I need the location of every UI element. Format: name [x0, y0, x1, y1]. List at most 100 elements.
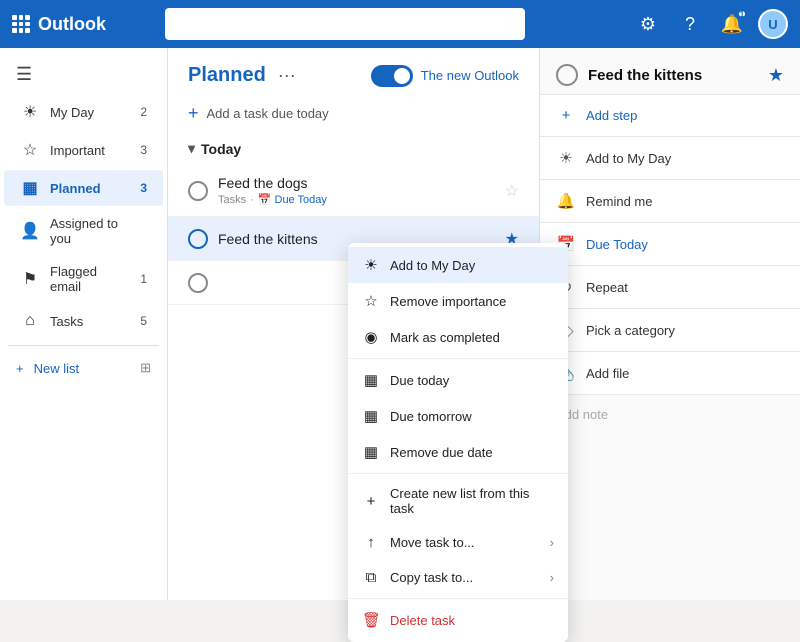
new-outlook-toggle[interactable]: The new Outlook	[371, 65, 519, 87]
right-panel-header: Feed the kittens ★	[540, 48, 800, 95]
ctx-due-today-label: Due today	[390, 373, 449, 388]
tasks-icon: ⌂	[20, 312, 40, 330]
right-add-file[interactable]: 📎 Add file	[540, 352, 800, 395]
sidebar-item-flagged-label: Flagged email	[50, 264, 130, 294]
trash-icon: 🗑	[362, 611, 380, 629]
right-add-step[interactable]: + Add step	[540, 95, 800, 137]
right-task-title: Feed the kittens	[588, 67, 758, 84]
task-star-feed-dogs[interactable]: ☆	[505, 181, 519, 201]
today-label: Today	[201, 141, 241, 157]
panel-title: Planned	[188, 64, 266, 87]
avatar[interactable]: U	[758, 9, 788, 39]
sidebar-item-flagged[interactable]: ⚑ Flagged email 1	[4, 256, 163, 302]
copy-task-icon: ⧉	[362, 569, 380, 586]
cal-today-icon: ▦	[362, 371, 380, 389]
right-task-star[interactable]: ★	[768, 65, 784, 86]
right-repeat[interactable]: ↻ Repeat	[540, 266, 800, 309]
sidebar-item-flagged-count: 1	[140, 272, 147, 286]
ctx-copy-task-label: Copy task to...	[390, 570, 473, 585]
flag-icon: ⚑	[20, 269, 40, 289]
right-sun-icon: ☀	[556, 149, 576, 167]
sidebar-item-planned[interactable]: ▦ Planned 3	[4, 170, 163, 206]
ctx-mark-completed[interactable]: ◉ Mark as completed	[348, 319, 568, 355]
ctx-remove-importance[interactable]: ☆ Remove importance	[348, 283, 568, 319]
settings-icon[interactable]: ⚙	[632, 8, 664, 40]
sidebar-item-my-day[interactable]: ☀ My Day 2	[4, 94, 163, 130]
add-step-label: Add step	[586, 108, 637, 123]
help-icon[interactable]: ?	[674, 8, 706, 40]
remind-me-label: Remind me	[586, 194, 652, 209]
ctx-create-new-list[interactable]: + Create new list from this task	[348, 477, 568, 525]
sidebar-item-planned-label: Planned	[50, 181, 130, 196]
search-input[interactable]	[165, 8, 525, 40]
app-name: Outlook	[38, 14, 106, 35]
copy-task-arrow: ›	[550, 570, 554, 585]
ctx-delete-task-label: Delete task	[390, 613, 455, 628]
today-section-header: ▾ Today	[168, 132, 539, 165]
ctx-due-tomorrow-label: Due tomorrow	[390, 409, 472, 424]
ctx-move-task[interactable]: ↑ Move task to... ›	[348, 525, 568, 560]
new-list-external-icon: ⊞	[140, 360, 151, 376]
toggle-label: The new Outlook	[421, 68, 519, 83]
sidebar-item-my-day-label: My Day	[50, 105, 130, 120]
sidebar-item-tasks[interactable]: ⌂ Tasks 5	[4, 304, 163, 338]
more-options-icon[interactable]: ···	[278, 65, 296, 86]
task-circle-feed-dogs[interactable]	[188, 181, 208, 201]
task-circle-3[interactable]	[188, 273, 208, 293]
sidebar-item-planned-count: 3	[140, 181, 147, 195]
bell-icon: 🔔	[556, 192, 576, 210]
hamburger-icon[interactable]: ☰	[0, 56, 167, 93]
waffle-icon[interactable]	[12, 15, 30, 33]
notification-icon[interactable]: 🔔 1	[716, 8, 748, 40]
ctx-add-my-day[interactable]: ☀ Add to My Day	[348, 247, 568, 283]
context-menu: ☀ Add to My Day ☆ Remove importance ◉ Ma…	[348, 243, 568, 642]
plus-list-icon: +	[362, 493, 380, 510]
check-circle-icon: ◉	[362, 328, 380, 346]
task-name-feed-dogs: Feed the dogs	[218, 175, 495, 191]
right-add-my-day[interactable]: ☀ Add to My Day	[540, 137, 800, 180]
app-logo: Outlook	[12, 14, 106, 35]
ctx-copy-task[interactable]: ⧉ Copy task to... ›	[348, 560, 568, 595]
due-today-label: Due Today	[586, 237, 648, 252]
add-task-row[interactable]: + Add a task due today	[168, 95, 539, 132]
right-due-today[interactable]: 📅 Due Today	[540, 223, 800, 266]
task-due-feed-dogs: 📅 Due Today	[258, 193, 327, 206]
sidebar-item-important[interactable]: ☆ Important 3	[4, 132, 163, 168]
top-bar-icons: ⚙ ? 🔔 1 U	[632, 8, 788, 40]
ctx-divider-3	[348, 598, 568, 599]
cal-remove-icon: ▦	[362, 443, 380, 461]
ctx-due-tomorrow[interactable]: ▦ Due tomorrow	[348, 398, 568, 434]
star-ctx-icon: ☆	[362, 292, 380, 310]
new-list-label: New list	[34, 361, 80, 376]
add-note-area[interactable]: Add note	[540, 395, 800, 434]
ctx-due-today[interactable]: ▦ Due today	[348, 362, 568, 398]
sidebar: ☰ ☀ My Day 2 ☆ Important 3 ▦ Planned 3 👤…	[0, 48, 168, 600]
sidebar-item-assigned[interactable]: 👤 Assigned to you	[4, 208, 163, 254]
calendar-icon: 📅	[258, 193, 272, 206]
middle-panel: Planned ··· The new Outlook + Add a task…	[168, 48, 540, 600]
sidebar-item-important-label: Important	[50, 143, 130, 158]
search-bar[interactable]	[165, 8, 525, 40]
ctx-remove-due[interactable]: ▦ Remove due date	[348, 434, 568, 470]
pick-category-label: Pick a category	[586, 323, 675, 338]
toggle-control[interactable]	[371, 65, 413, 87]
task-circle-feed-kittens[interactable]	[188, 229, 208, 249]
task-list-feed-dogs: Tasks	[218, 194, 246, 206]
right-panel: Feed the kittens ★ + Add step ☀ Add to M…	[540, 48, 800, 600]
ctx-create-new-list-label: Create new list from this task	[390, 486, 554, 516]
right-remind-me[interactable]: 🔔 Remind me	[540, 180, 800, 223]
task-meta-feed-dogs: Tasks · 📅 Due Today	[218, 193, 495, 206]
ctx-delete-task[interactable]: 🗑 Delete task	[348, 602, 568, 638]
add-step-icon: +	[556, 107, 576, 124]
add-task-icon: +	[188, 103, 199, 124]
ctx-mark-completed-label: Mark as completed	[390, 330, 500, 345]
right-task-circle[interactable]	[556, 64, 578, 86]
task-item-feed-dogs[interactable]: Feed the dogs Tasks · 📅 Due Today ☆	[168, 165, 539, 217]
sun-icon: ☀	[20, 102, 40, 122]
ctx-remove-importance-label: Remove importance	[390, 294, 506, 309]
new-list-button[interactable]: + New list ⊞	[0, 352, 167, 384]
chevron-down-icon[interactable]: ▾	[188, 140, 195, 157]
right-pick-category[interactable]: 🏷 Pick a category	[540, 309, 800, 352]
ctx-move-task-label: Move task to...	[390, 535, 475, 550]
sun-ctx-icon: ☀	[362, 256, 380, 274]
